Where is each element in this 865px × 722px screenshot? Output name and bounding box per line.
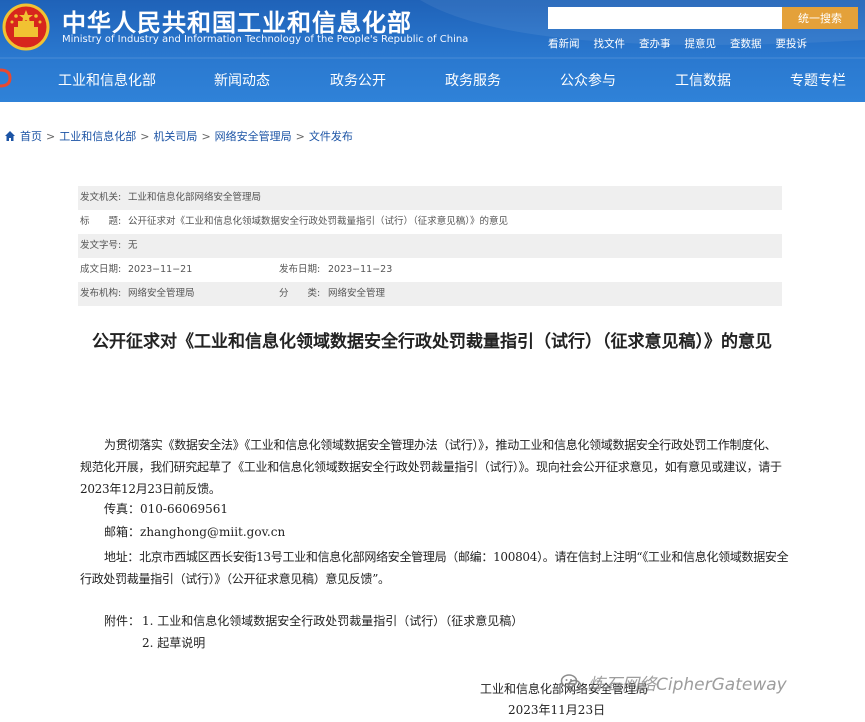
contact-email[interactable]: 邮箱：zhanghong@miit.gov.cn — [104, 523, 285, 540]
agency-label: 发布机构: — [80, 288, 122, 299]
title-value: 公开征求对《工业和信息化领域数据安全行政处罚裁量指引（试行）（征求意见稿）》的意… — [128, 216, 509, 227]
breadcrumb: 首页 > 工业和信息化部 > 机关司局 > 网络安全管理局 > 文件发布 — [4, 128, 353, 144]
quick-link-services[interactable]: 查办事 — [639, 36, 671, 51]
nav-item-services[interactable]: 政务服务 — [445, 70, 501, 90]
created-date-value: 2023−11−21 — [128, 264, 193, 275]
breadcrumb-cybersecurity-bureau[interactable]: 网络安全管理局 — [215, 128, 292, 144]
national-emblem-icon — [2, 3, 50, 51]
nav-item-miit[interactable]: 工业和信息化部 — [58, 70, 156, 90]
nav-item-topics[interactable]: 专题专栏 — [790, 70, 846, 90]
article-intro-paragraph: 为贯彻落实《数据安全法》《工业和信息化领域数据安全管理办法（试行）》，推动工业和… — [80, 438, 782, 496]
attachment-link-1[interactable]: 1. 工业和信息化领域数据安全行政处罚裁量指引（试行）（征求意见稿） — [142, 612, 523, 629]
breadcrumb-miit[interactable]: 工业和信息化部 — [59, 128, 136, 144]
doc-no-label: 发文字号: — [80, 240, 122, 251]
created-date-label: 成文日期: — [80, 264, 122, 275]
info-row-issuer: 发文机关: 工业和信息化部网络安全管理局 — [78, 186, 782, 210]
attachment-link-2[interactable]: 2. 起草说明 — [142, 634, 205, 651]
quick-link-feedback[interactable]: 提意见 — [685, 36, 717, 51]
signoff-date: 2023年11月23日 — [508, 703, 606, 717]
breadcrumb-separator: > — [140, 129, 150, 143]
info-row-dates: 成文日期: 2023−11−21 发布日期: 2023−11−23 — [78, 258, 782, 282]
published-date-value: 2023−11−23 — [328, 264, 393, 275]
attachments-label: 附件： — [104, 614, 141, 628]
breadcrumb-departments[interactable]: 机关司局 — [153, 128, 197, 144]
quick-link-files[interactable]: 找文件 — [594, 36, 626, 51]
issuer-value: 工业和信息化部网络安全管理局 — [128, 192, 262, 203]
site-header: 中华人民共和国工业和信息化部 Ministry of Industry and … — [0, 0, 865, 102]
category-value: 网络安全管理 — [328, 288, 386, 299]
doc-no-value: 无 — [128, 240, 138, 251]
breadcrumb-home[interactable]: 首页 — [20, 128, 42, 144]
site-subtitle: Ministry of Industry and Information Tec… — [62, 34, 469, 45]
nav-item-gov-affairs[interactable]: 政务公开 — [330, 70, 386, 90]
wechat-icon — [560, 673, 582, 691]
quick-link-complaint[interactable]: 要投诉 — [776, 36, 808, 51]
quick-link-data[interactable]: 查数据 — [730, 36, 762, 51]
document-info-table: 发文机关: 工业和信息化部网络安全管理局 标 题: 公开征求对《工业和信息化领域… — [78, 186, 782, 306]
info-row-agency: 发布机构: 网络安全管理局 分 类: 网络安全管理 — [78, 282, 782, 306]
info-row-doc-no: 发文字号: 无 — [78, 234, 782, 258]
contact-address: 地址：北京市西城区西长安街13号工业和信息化部网络安全管理局（邮编：100804… — [80, 550, 789, 586]
issuer-label: 发文机关: — [80, 192, 122, 203]
quick-links: 看新闻 找文件 查办事 提意见 查数据 要投诉 — [548, 36, 807, 51]
breadcrumb-documents[interactable]: 文件发布 — [309, 128, 353, 144]
nav-item-participation[interactable]: 公众参与 — [560, 70, 616, 90]
nav-item-data[interactable]: 工信数据 — [675, 70, 731, 90]
agency-value: 网络安全管理局 — [128, 288, 195, 299]
watermark: 炼石网络CipherGateway — [560, 670, 787, 695]
info-row-title: 标 题: 公开征求对《工业和信息化领域数据安全行政处罚裁量指引（试行）（征求意见… — [78, 210, 782, 234]
published-date-label: 发布日期: — [279, 264, 321, 275]
search-button[interactable]: 统一搜索 — [782, 7, 858, 29]
category-label: 分 类: — [279, 288, 321, 299]
nav-item-news[interactable]: 新闻动态 — [214, 70, 270, 90]
search-input[interactable] — [548, 7, 782, 29]
contact-fax: 传真：010-66069561 — [104, 502, 229, 516]
quick-link-news[interactable]: 看新闻 — [548, 36, 580, 51]
breadcrumb-separator: > — [46, 129, 56, 143]
site-title[interactable]: 中华人民共和国工业和信息化部 — [62, 3, 412, 38]
breadcrumb-separator: > — [295, 129, 305, 143]
main-nav: 工业和信息化部 新闻动态 政务公开 政务服务 公众参与 工信数据 专题专栏 — [0, 58, 865, 100]
article-title: 公开征求对《工业和信息化领域数据安全行政处罚裁量指引（试行）（征求意见稿）》的意… — [92, 332, 772, 352]
home-icon[interactable] — [4, 130, 16, 142]
breadcrumb-separator: > — [201, 129, 211, 143]
title-label: 标 题: — [80, 216, 122, 227]
watermark-text: 炼石网络CipherGateway — [588, 675, 787, 695]
